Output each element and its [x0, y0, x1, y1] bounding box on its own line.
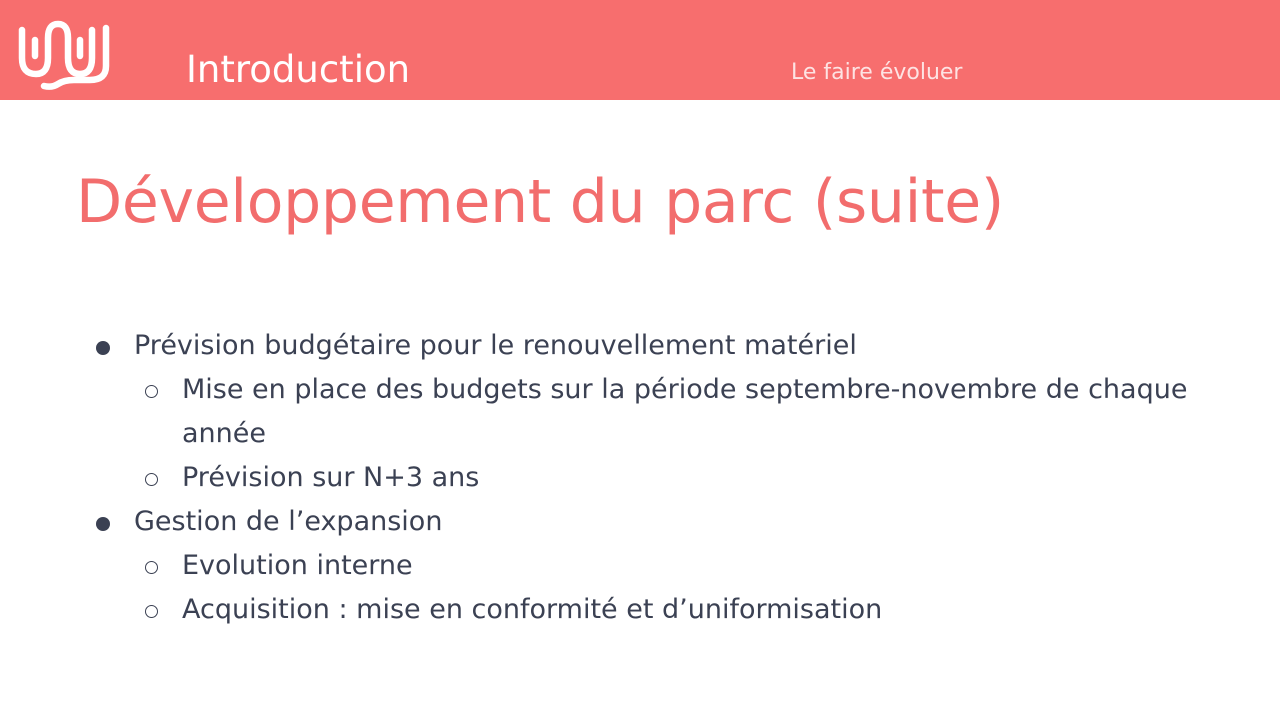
bullet-item: Prévision budgétaire pour le renouvellem…: [0, 324, 1280, 368]
sub-bullet-text: Prévision sur N+3 ans: [182, 462, 480, 493]
sub-bullet-text: Acquisition : mise en conformité et d’un…: [182, 594, 883, 625]
section-subtitle: Le faire évoluer: [791, 60, 963, 85]
filled-bullet-icon: [96, 517, 110, 531]
section-title: Introduction: [186, 48, 411, 91]
bullet-text: Prévision budgétaire pour le renouvellem…: [134, 330, 857, 361]
sub-bullet-item: Prévision sur N+3 ans: [0, 456, 1280, 500]
sub-bullet-text: Mise en place des budgets sur la période…: [182, 374, 1188, 449]
hollow-bullet-icon: [145, 561, 158, 574]
bullet-item: Gestion de l’expansion: [0, 500, 1280, 544]
hollow-bullet-icon: [145, 605, 158, 618]
slide-title: Développement du parc (suite): [76, 167, 1004, 237]
bullet-text: Gestion de l’expansion: [134, 506, 443, 537]
hollow-bullet-icon: [145, 473, 158, 486]
sub-bullet-text: Evolution interne: [182, 550, 413, 581]
filled-bullet-icon: [96, 341, 110, 355]
bullet-list: Prévision budgétaire pour le renouvellem…: [0, 324, 1280, 632]
hollow-bullet-icon: [145, 385, 158, 398]
wave-logo-icon: [18, 20, 110, 90]
sub-bullet-item: Mise en place des budgets sur la période…: [0, 368, 1280, 456]
header-bar: Introduction Le faire évoluer: [0, 0, 1280, 100]
sub-bullet-item: Acquisition : mise en conformité et d’un…: [0, 588, 1280, 632]
sub-bullet-item: Evolution interne: [0, 544, 1280, 588]
